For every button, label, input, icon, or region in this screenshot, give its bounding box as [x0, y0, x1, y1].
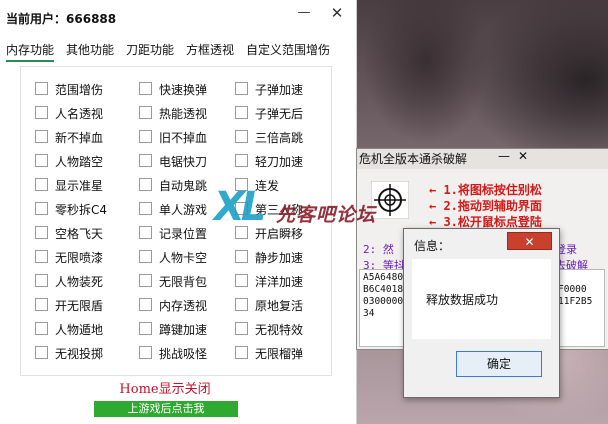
- dialog-title: 信息：: [414, 239, 451, 253]
- checkbox-box[interactable]: [139, 322, 152, 335]
- checkbox-box[interactable]: [35, 154, 48, 167]
- checkbox-label: 开无限盾: [55, 299, 104, 313]
- checkbox-label: 空格飞天: [55, 227, 104, 241]
- checkbox-label: 人物遁地: [55, 323, 104, 337]
- checkbox-box[interactable]: [35, 298, 48, 311]
- dialog-ok-button[interactable]: 确定: [456, 351, 542, 377]
- checkbox-label: 零秒拆C4: [55, 203, 108, 217]
- checkbox-label: 无限背包: [159, 275, 208, 289]
- checkbox-label: 原地复活: [255, 299, 304, 313]
- checkbox-box[interactable]: [139, 202, 152, 215]
- hex-text-right: F0000 11F2B5: [558, 284, 593, 307]
- watermark-logo: XL: [214, 184, 266, 230]
- checkbox-box[interactable]: [235, 346, 248, 359]
- checkbox-box[interactable]: [35, 82, 48, 95]
- minimize-button[interactable]: —: [292, 4, 316, 24]
- window-title: 当前用户：666888: [6, 10, 116, 27]
- checkbox-box[interactable]: [139, 130, 152, 143]
- checkbox-label: 人名透视: [55, 107, 104, 121]
- checkbox-label: 电锯快刀: [159, 155, 208, 169]
- checkbox-label: 单人游戏: [159, 203, 208, 217]
- watermark-text: 先客吧论坛: [276, 204, 377, 226]
- checkbox-box[interactable]: [235, 322, 248, 335]
- info-dialog: 信息： ✕ 释放数据成功 确定: [403, 228, 560, 398]
- hex-text-left: A5A6480 B6C4018 0300000 34: [363, 272, 404, 319]
- checkbox-label: 记录位置: [159, 227, 208, 241]
- checkbox-label: 内存透视: [159, 299, 208, 313]
- checkbox-box[interactable]: [35, 202, 48, 215]
- tab-box-esp[interactable]: 方框透视: [186, 40, 234, 60]
- dialog-body: 释放数据成功: [412, 259, 551, 339]
- checkbox-label: 子弹加速: [255, 83, 304, 97]
- crack-window-title: 危机全版本通杀破解: [357, 149, 608, 169]
- checkbox-label: 新不掉血: [55, 131, 104, 145]
- checkbox-label: 子弹无后: [255, 107, 304, 121]
- tab-bar: 内存功能 其他功能 刀距功能 方框透视 自定义范围增伤: [0, 40, 356, 62]
- checkbox-label: 三倍高跳: [255, 131, 304, 145]
- dialog-close-button[interactable]: ✕: [507, 232, 552, 250]
- checkbox-box[interactable]: [235, 274, 248, 287]
- checkbox-label: 无视特效: [255, 323, 304, 337]
- title-prefix: 当前用户：: [6, 12, 67, 26]
- start-button[interactable]: 上游戏后点击我: [94, 401, 238, 417]
- tab-memory[interactable]: 内存功能: [6, 40, 55, 62]
- close-button[interactable]: ✕: [325, 4, 349, 24]
- checkbox-label: 热能透视: [159, 107, 208, 121]
- checkbox-box[interactable]: [139, 82, 152, 95]
- checkbox-box[interactable]: [35, 178, 48, 191]
- checkbox-box[interactable]: [235, 298, 248, 311]
- checkbox-box[interactable]: [35, 322, 48, 335]
- checkbox-label: 显示准星: [55, 179, 104, 193]
- checkbox-label: 挑战吸怪: [159, 347, 208, 361]
- home-toggle-status: Home显示关闭: [119, 382, 211, 397]
- checkbox-box[interactable]: [235, 154, 248, 167]
- tab-knife[interactable]: 刀距功能: [126, 40, 174, 60]
- crack-minimize-button[interactable]: —: [496, 149, 512, 167]
- checkbox-box[interactable]: [139, 154, 152, 167]
- crack-close-button[interactable]: ✕: [515, 149, 531, 167]
- checkbox-box[interactable]: [139, 298, 152, 311]
- tab-other[interactable]: 其他功能: [66, 40, 114, 60]
- checkbox-label: 人物卡空: [159, 251, 208, 265]
- checkbox-label: 无限喷漆: [55, 251, 104, 265]
- checkbox-label: 静步加速: [255, 251, 304, 265]
- checkbox-box[interactable]: [139, 226, 152, 239]
- checkbox-box[interactable]: [139, 106, 152, 119]
- checkbox-label: 自动鬼跳: [159, 179, 208, 193]
- checkbox-label: 人物踏空: [55, 155, 104, 169]
- checkbox-box[interactable]: [35, 226, 48, 239]
- dialog-message: 释放数据成功: [426, 293, 499, 307]
- checkbox-box[interactable]: [139, 250, 152, 263]
- checkbox-box[interactable]: [235, 106, 248, 119]
- user-id: 666888: [66, 12, 117, 26]
- checkbox-label: 洋洋加速: [255, 275, 304, 289]
- title-bar: 当前用户：666888 — ✕: [0, 0, 356, 34]
- checkbox-label: 旧不掉血: [159, 131, 208, 145]
- checkbox-box[interactable]: [35, 130, 48, 143]
- checkbox-box[interactable]: [35, 346, 48, 359]
- checkbox-box[interactable]: [35, 106, 48, 119]
- checkbox-label: 人物装死: [55, 275, 104, 289]
- checkbox-label: 无视投掷: [55, 347, 104, 361]
- tab-custom-range[interactable]: 自定义范围增伤: [246, 40, 330, 60]
- checkbox-label: 快速换弹: [159, 83, 208, 97]
- checkbox-box[interactable]: [35, 274, 48, 287]
- checkbox-label: 无限榴弹: [255, 347, 304, 361]
- checkbox-box[interactable]: [235, 250, 248, 263]
- checkbox-box[interactable]: [139, 346, 152, 359]
- checkbox-box[interactable]: [139, 178, 152, 191]
- checkbox-box[interactable]: [235, 130, 248, 143]
- checkbox-box[interactable]: [35, 250, 48, 263]
- checkbox-label: 蹲键加速: [159, 323, 208, 337]
- checkbox-box[interactable]: [139, 274, 152, 287]
- checkbox-label: 范围增伤: [55, 83, 104, 97]
- checkbox-label: 轻刀加速: [255, 155, 304, 169]
- checkbox-box[interactable]: [235, 82, 248, 95]
